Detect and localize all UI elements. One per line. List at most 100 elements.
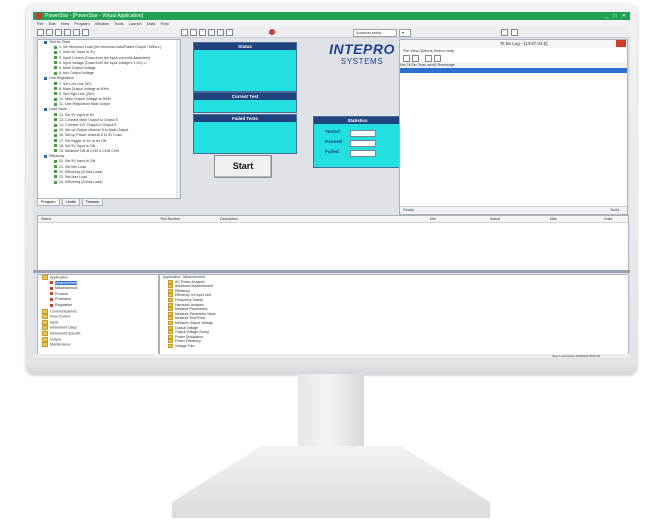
category-item-label: Regulation [55,302,73,307]
chart-icon[interactable] [501,29,508,36]
log-clear-icon[interactable] [425,55,432,62]
passed-label: Passed [325,140,342,145]
menu-bar: File Edit View Program Window Tools Laun… [33,20,630,27]
tree-item-label: 14. Connect 12V Output to Output 6 [59,123,117,127]
test-step-icon [54,102,57,106]
menu-file[interactable]: File [37,21,43,26]
menu-help[interactable]: Help [160,21,168,26]
menu-data[interactable]: Data [147,21,155,26]
open-icon[interactable] [46,29,53,36]
tab-limits[interactable]: Limits [61,198,80,206]
folder-icon [42,308,48,314]
menu-view[interactable]: View [61,21,70,26]
statistics-header: Statistics [314,117,401,124]
test-step-icon [54,61,57,65]
test-step-icon [54,159,57,163]
measurement-item-label: Output Voltage [175,325,199,330]
log-prev-icon[interactable] [403,55,410,62]
tree-item[interactable]: 24. Efficiency (8 Max Load) [38,180,180,185]
setup-combo-arrow[interactable]: ▾ [399,29,411,37]
tree-item-label: 17. Set trigger to 5V at an ON [59,138,107,143]
test-step-icon [54,133,57,137]
tab-fixtures[interactable]: Fixtures [81,198,104,206]
setup-combo[interactable]: Autotest setup [353,29,397,37]
col-units[interactable]: Units [604,216,612,222]
test-step-icon [54,66,57,70]
folder-icon [168,284,173,289]
folder-icon [42,275,48,280]
tree-item-label: Test for Tests [49,40,71,44]
tree-tabs: Program Limits Fixtures [37,198,179,206]
col-actual[interactable]: Actual [490,216,500,222]
tab-program[interactable]: Program [37,198,60,206]
folder-icon [168,298,173,303]
menu-window[interactable]: Window [95,21,109,26]
test-tree[interactable]: Test for Tests 1. Vin Minimum Load (Vin m… [37,39,181,199]
app-icon [36,13,42,19]
test-step-icon [54,82,57,86]
paste-icon[interactable] [82,29,89,36]
folder-icon [168,334,173,339]
close-icon[interactable] [616,40,626,47]
col-status[interactable]: Status [41,216,51,222]
menu-tools[interactable]: Tools [114,21,123,26]
report-icon[interactable] [511,29,518,36]
new-icon[interactable] [37,29,44,36]
col-test-number[interactable]: Test Number [160,216,180,222]
col-description[interactable]: Description [220,216,238,222]
log-window: Ts Bs Log - [13:57:03.0] File View Optio… [399,39,628,215]
category-item-label: Process [55,291,68,296]
log-selected-row[interactable] [400,68,627,73]
step-icon[interactable] [190,29,197,36]
category-item-label: Maintenance [50,342,71,347]
window-title: PowerStar - [PowerStar - Virtual Applica… [45,13,144,19]
category-icon [50,303,53,307]
measurement-item-label: Measure Parameters [175,307,208,312]
test-step-icon [54,144,57,148]
failed-value [350,150,376,157]
copy-icon[interactable] [73,29,80,36]
folder-icon [168,325,173,330]
category-tree[interactable]: Application Measurement Miscellaneous Proce… [37,274,159,356]
failed-tests-panel: Failed Tests [193,114,297,154]
folder-icon [168,321,173,326]
breakpoint-icon[interactable] [226,29,233,36]
record-icon[interactable] [269,29,275,35]
test-step-icon [54,87,57,91]
tree-item-label: 19. Measure ON at CHN & CHN CHN [59,148,120,153]
splitter[interactable] [33,270,630,273]
results-table[interactable]: Status Test Number Description Min Actua… [37,215,629,271]
measurement-item-label: Power Dissipation [175,334,204,339]
test-step-icon [54,123,57,127]
category-item[interactable]: Maintenance [38,342,158,348]
col-min[interactable]: Min [430,216,436,222]
log-save-icon[interactable] [434,55,441,62]
tree-scrollbar[interactable] [176,40,180,198]
window-controls[interactable]: _ □ ✕ [605,12,628,20]
start-button[interactable]: Start [214,155,272,178]
log-title-bar: Ts Bs Log - [13:57:03.0] [400,40,627,48]
folder-icon [168,311,173,316]
menu-edit[interactable]: Edit [49,21,56,26]
tree-item-label: 9. Set High Line (26V) [59,91,95,96]
pause-icon[interactable] [199,29,206,36]
cut-icon[interactable] [64,29,71,36]
menu-program[interactable]: Program [74,21,89,26]
toolbar: Autotest setup ▾ [33,27,630,38]
tree-item-label: Efficiency [49,154,65,159]
category-icon [50,286,53,290]
log-menu[interactable]: File View Options Search Help [403,49,454,53]
menu-launch[interactable]: Launch [129,21,142,26]
stop-icon[interactable] [208,29,215,36]
run-icon[interactable] [181,29,188,36]
folder-icon [42,319,48,325]
measurement-item[interactable]: Voltage Trim [160,344,628,349]
failed-label: Failed [325,150,339,155]
save-icon[interactable] [55,29,62,36]
reset-icon[interactable] [217,29,224,36]
log-next-icon[interactable] [412,55,419,62]
col-max[interactable]: Max [550,216,557,222]
category-item-label: Measurement [55,280,77,285]
log-status-left: Ready [403,208,414,212]
measurement-list[interactable]: Application - Measurement AC Power Analy… [159,274,629,356]
